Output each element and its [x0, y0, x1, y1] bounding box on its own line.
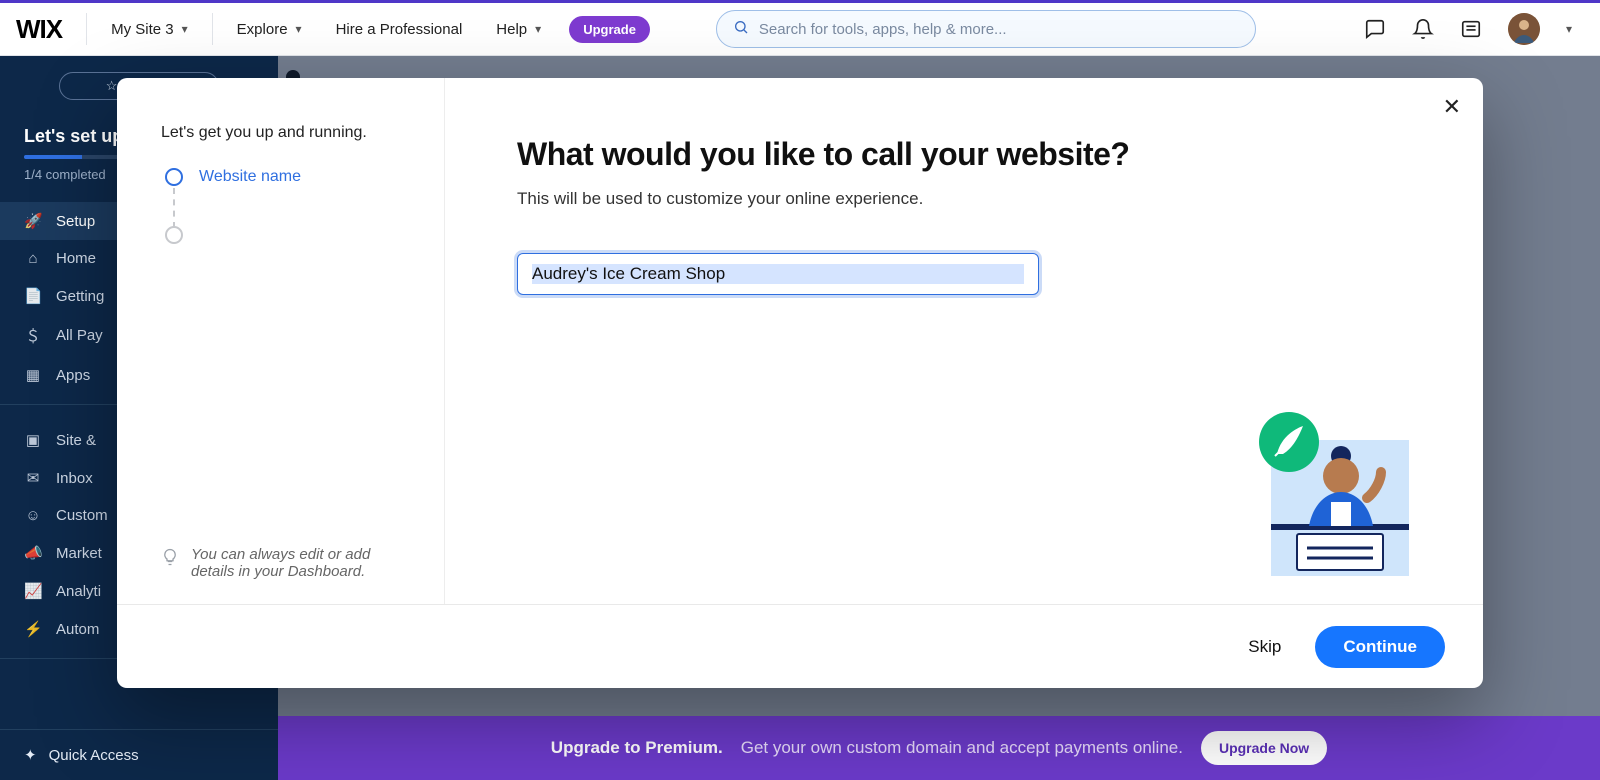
modal-overlay: ✕ Let's get you up and running. Website …: [0, 0, 1600, 780]
modal-body: Let's get you up and running. Website na…: [117, 78, 1483, 604]
step-connector: [173, 188, 175, 228]
step-website-name[interactable]: Website name: [165, 168, 420, 186]
modal-subtitle: This will be used to customize your onli…: [517, 189, 1419, 209]
modal-side-heading: Let's get you up and running.: [161, 124, 420, 142]
step-indicator-icon: [165, 168, 183, 186]
modal-main: What would you like to call your website…: [445, 78, 1483, 604]
website-name-field[interactable]: [517, 253, 1039, 295]
modal-hint-text: You can always edit or add details in yo…: [191, 546, 410, 580]
illustration: [1249, 406, 1419, 586]
step-next: [165, 226, 420, 244]
lightbulb-icon: [161, 548, 179, 580]
step-label: Website name: [199, 168, 301, 186]
skip-button[interactable]: Skip: [1238, 631, 1291, 663]
modal-hint: You can always edit or add details in yo…: [161, 546, 420, 580]
modal-sidebar: Let's get you up and running. Website na…: [117, 78, 445, 604]
modal-title: What would you like to call your website…: [517, 136, 1419, 173]
website-name-input[interactable]: [532, 264, 1024, 284]
onboarding-modal: ✕ Let's get you up and running. Website …: [117, 78, 1483, 688]
modal-footer: Skip Continue: [117, 604, 1483, 688]
step-indicator-icon: [165, 226, 183, 244]
onboarding-steps: Website name: [161, 168, 420, 284]
continue-button[interactable]: Continue: [1315, 626, 1445, 668]
